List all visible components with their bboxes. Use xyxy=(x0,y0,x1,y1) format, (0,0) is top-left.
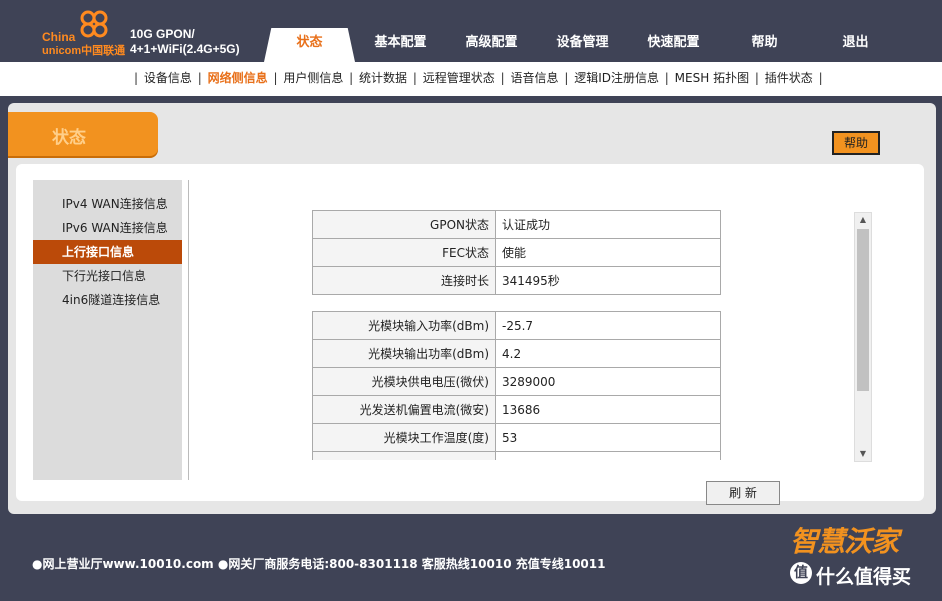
subnav-user-info[interactable]: 用户侧信息 xyxy=(283,71,343,85)
rx-power-key: 光模块输入功率(dBm) xyxy=(312,311,496,340)
site-name: 什么值得买 xyxy=(816,566,912,588)
fec-status-key: FEC状态 xyxy=(312,238,496,267)
table-row: 连接时长 341495秒 xyxy=(312,266,721,295)
tab-quick-config[interactable]: 快速配置 xyxy=(628,28,719,62)
main-nav: 状态 基本配置 高级配置 设备管理 快速配置 帮助 退出 xyxy=(264,28,901,62)
content-area: IPv4 WAN连接信息 IPv6 WAN连接信息 上行接口信息 下行光接口信息… xyxy=(16,164,924,505)
divider xyxy=(188,180,189,480)
subnav-logical-id[interactable]: 逻辑ID注册信息 xyxy=(574,71,659,85)
brand-logo-text: 智慧沃家 xyxy=(790,525,899,558)
sub-nav: | 设备信息 | 网络侧信息 | 用户侧信息 | 统计数据 | 远程管理状态 |… xyxy=(0,62,942,96)
tx-power-value: 4.2 xyxy=(495,339,721,368)
scroll-up-icon[interactable]: ▲ xyxy=(855,213,871,227)
leftnav-uplink-info[interactable]: 上行接口信息 xyxy=(33,240,182,264)
unicom-logo: China unicom中国联通 xyxy=(40,8,126,58)
subnav-plugin-status[interactable]: 插件状态 xyxy=(765,71,813,85)
subnav-network-info[interactable]: 网络侧信息 xyxy=(208,71,268,85)
tab-device-management[interactable]: 设备管理 xyxy=(537,28,628,62)
supply-voltage-value: 3289000 xyxy=(495,367,721,396)
table-row: 光模块工作温度(度) 53 xyxy=(312,423,721,452)
left-nav: IPv4 WAN连接信息 IPv6 WAN连接信息 上行接口信息 下行光接口信息… xyxy=(33,180,182,480)
gpon-status-key: GPON状态 xyxy=(312,210,496,239)
footer-contact: ●网上营业厅www.10010.com ●网关厂商服务电话:800-830111… xyxy=(32,557,606,571)
table-row: GPON状态 认证成功 xyxy=(312,210,721,239)
temperature-key: 光模块工作温度(度) xyxy=(312,423,496,452)
gpon-status-table: GPON状态 认证成功 FEC状态 使能 连接时长 341495秒 xyxy=(312,210,721,295)
leftnav-ipv4-wan[interactable]: IPv4 WAN连接信息 xyxy=(33,192,182,216)
subnav-statistics[interactable]: 统计数据 xyxy=(359,71,407,85)
supply-voltage-key: 光模块供电电压(微伏) xyxy=(312,367,496,396)
table-row: 光模块输出功率(dBm) 4.2 xyxy=(312,339,721,368)
tab-basic-config[interactable]: 基本配置 xyxy=(355,28,446,62)
watermark: 智慧沃家 值 什么值得买 xyxy=(790,520,930,590)
fec-status-value: 使能 xyxy=(495,238,721,267)
table-row: 光模块输入功率(dBm) -25.7 xyxy=(312,311,721,340)
leftnav-ipv6-wan[interactable]: IPv6 WAN连接信息 xyxy=(33,216,182,240)
main-panel: 状态 帮助 IPv4 WAN连接信息 IPv6 WAN连接信息 上行接口信息 下… xyxy=(8,103,936,514)
optical-table-viewport: 光模块输入功率(dBm) -25.7 光模块输出功率(dBm) 4.2 光模块供… xyxy=(312,311,722,460)
subnav-device-info[interactable]: 设备信息 xyxy=(144,71,192,85)
optical-module-table: 光模块输入功率(dBm) -25.7 光模块输出功率(dBm) 4.2 光模块供… xyxy=(312,311,721,460)
logo-text-unicom: unicom中国联通 xyxy=(42,45,126,57)
top-header: China unicom中国联通 10G GPON/ 4+1+WiFi(2.4G… xyxy=(0,0,942,62)
device-model: 10G GPON/ 4+1+WiFi(2.4G+5G) xyxy=(130,27,240,57)
rx-power-value: -25.7 xyxy=(495,311,721,340)
section-badge: 状态 xyxy=(8,112,158,156)
uptime-key: 连接时长 xyxy=(312,266,496,295)
table-row: 光模块供电电压(微伏) 3289000 xyxy=(312,367,721,396)
subnav-remote-management[interactable]: 远程管理状态 xyxy=(423,71,495,85)
leftnav-downlink-optical[interactable]: 下行光接口信息 xyxy=(33,264,182,288)
gpon-status-value: 认证成功 xyxy=(495,210,721,239)
scroll-thumb[interactable] xyxy=(857,229,869,391)
tx-power-key: 光模块输出功率(dBm) xyxy=(312,339,496,368)
unicom-knot-icon xyxy=(80,10,108,38)
leftnav-4in6-tunnel[interactable]: 4in6隧道连接信息 xyxy=(33,288,182,312)
scroll-down-icon[interactable]: ▼ xyxy=(855,447,871,461)
refresh-button[interactable]: 刷 新 xyxy=(706,481,780,505)
section-title: 状态 xyxy=(52,128,86,148)
tab-help[interactable]: 帮助 xyxy=(719,28,810,62)
tab-logout[interactable]: 退出 xyxy=(810,28,901,62)
site-logo-icon: 值 xyxy=(790,562,812,584)
device-model-line2: 4+1+WiFi(2.4G+5G) xyxy=(130,42,240,56)
table-row xyxy=(312,451,721,460)
bias-current-value: 13686 xyxy=(495,395,721,424)
temperature-value: 53 xyxy=(495,423,721,452)
table-row: FEC状态 使能 xyxy=(312,238,721,267)
tab-status[interactable]: 状态 xyxy=(264,28,355,62)
device-model-line1: 10G GPON/ xyxy=(130,27,195,41)
uptime-value: 341495秒 xyxy=(495,266,721,295)
table-row: 光发送机偏置电流(微安) 13686 xyxy=(312,395,721,424)
tab-advanced-config[interactable]: 高级配置 xyxy=(446,28,537,62)
help-button[interactable]: 帮助 xyxy=(832,131,880,155)
subnav-voice-info[interactable]: 语音信息 xyxy=(510,71,558,85)
vertical-scrollbar[interactable]: ▲ ▼ xyxy=(854,212,872,462)
bias-current-key: 光发送机偏置电流(微安) xyxy=(312,395,496,424)
subnav-mesh-topology[interactable]: MESH 拓扑图 xyxy=(675,71,749,85)
